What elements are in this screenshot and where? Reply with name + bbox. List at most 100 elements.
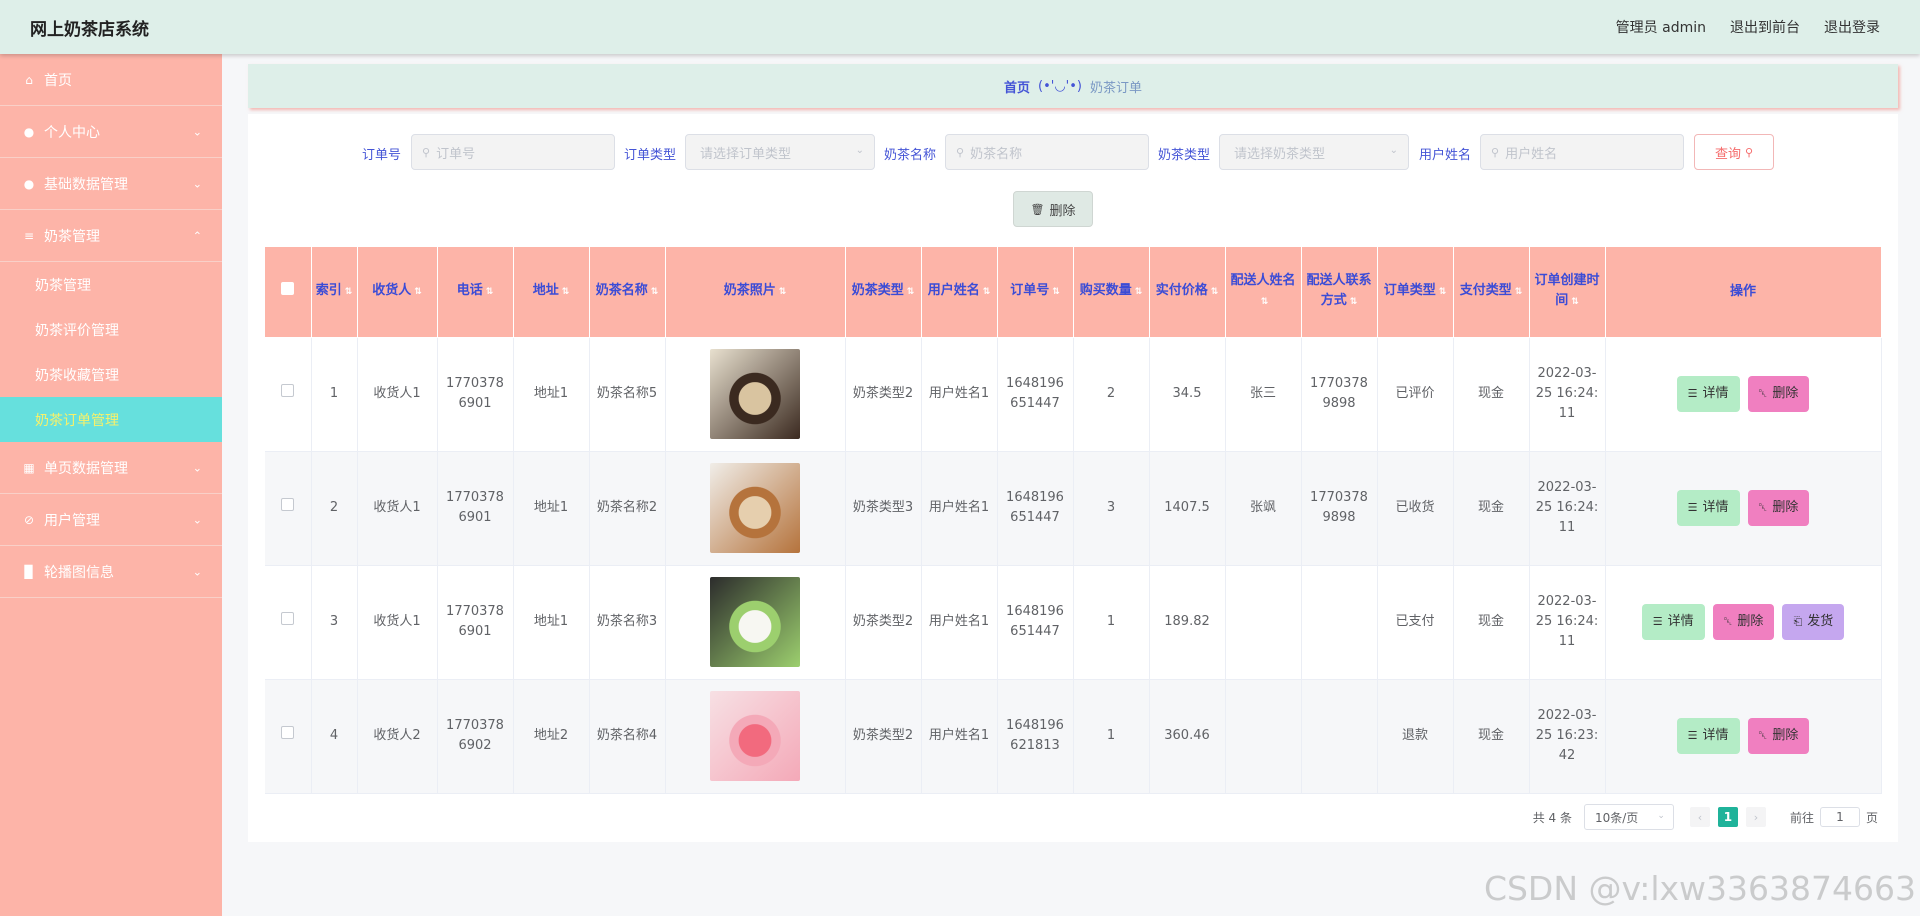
user-name-input[interactable]: ⚲ 用户姓名 (1480, 134, 1684, 170)
cell-tea-type: 奶茶类型3 (845, 451, 922, 566)
sidebar-item-single-page[interactable]: ▦ 单页数据管理 ⌄ (0, 442, 222, 494)
table-row[interactable]: 1 收货人1 17703786901 地址1 奶茶名称5 奶茶类型2 用户姓名1 164819… (265, 337, 1882, 452)
total-count: 共 4 条 (1532, 810, 1572, 825)
cell-pay-type: 现金 (1453, 337, 1530, 452)
column-header-receiver[interactable]: 收货人 ⇅ (357, 247, 438, 338)
column-header-tea-photo[interactable]: 奶茶照片 ⇅ (665, 247, 846, 338)
table-row[interactable]: 3 收货人1 17703786901 地址1 奶茶名称3 奶茶类型2 用户姓名1 164819… (265, 565, 1882, 680)
sort-icon[interactable]: ⇅ (983, 282, 991, 302)
sidebar-item-users[interactable]: ⊘ 用户管理 ⌄ (0, 494, 222, 546)
sidebar-sub-tea-review[interactable]: 奶茶评价管理 (0, 307, 222, 352)
sort-icon[interactable]: ⇅ (1571, 292, 1579, 312)
column-header-index[interactable]: 索引 ⇅ (311, 247, 358, 338)
sort-icon[interactable]: ⇅ (779, 282, 787, 302)
cell-tea-name: 奶茶名称2 (589, 451, 666, 566)
sidebar-sub-tea-order[interactable]: 奶茶订单管理 (0, 397, 222, 442)
detail-button[interactable]: ☰ 详情 (1676, 718, 1740, 754)
column-header-order-no[interactable]: 订单号 ⇅ (997, 247, 1074, 338)
page-size-select[interactable]: 10条/页 ⌄ (1583, 804, 1674, 830)
sort-icon[interactable]: ⇅ (1135, 282, 1143, 302)
row-checkbox[interactable] (281, 384, 295, 397)
cell-courier-phone (1301, 565, 1378, 680)
cell-photo (665, 451, 846, 566)
column-header-order-type[interactable]: 订单类型 ⇅ (1377, 247, 1454, 338)
sort-icon[interactable]: ⇅ (486, 282, 494, 302)
prev-page-button[interactable]: ‹ (1689, 807, 1710, 827)
photo-iced-coffee-cup[interactable] (710, 349, 800, 439)
delete-button[interactable]: ␡ 删除 (1747, 490, 1810, 526)
cell-photo (665, 565, 846, 680)
column-header-label: 奶茶照片 (723, 283, 776, 299)
tea-name-placeholder: 奶茶名称 (970, 146, 1023, 162)
tea-name-input[interactable]: ⚲ 奶茶名称 (945, 134, 1149, 170)
page-number-current[interactable]: 1 (1717, 807, 1738, 827)
sidebar-item-label: 个人中心 (44, 124, 100, 141)
admin-label[interactable]: 管理员 admin (1616, 17, 1706, 37)
column-header-tea-type[interactable]: 奶茶类型 ⇅ (845, 247, 922, 338)
next-page-button[interactable]: › (1745, 807, 1766, 827)
delete-button[interactable]: ␡ 删除 (1712, 604, 1775, 640)
select-all-checkbox[interactable] (281, 281, 295, 295)
detail-button[interactable]: ☰ 详情 (1641, 604, 1705, 640)
trash-icon: ␡ (1758, 501, 1768, 514)
sort-icon[interactable]: ⇅ (1439, 282, 1447, 302)
column-header-price[interactable]: 实付价格 ⇅ (1149, 247, 1226, 338)
goto-page-input[interactable]: 1 (1819, 807, 1860, 827)
column-header-user-name[interactable]: 用户姓名 ⇅ (921, 247, 998, 338)
order-no-label: 订单号 (362, 148, 402, 163)
sort-icon[interactable]: ⇅ (1261, 292, 1269, 312)
sort-icon[interactable]: ⇅ (1052, 282, 1060, 302)
cell-tea-name: 奶茶名称4 (589, 679, 666, 794)
cell-order-type: 已支付 (1377, 565, 1454, 680)
breadcrumb-home[interactable]: 首页 (1004, 77, 1030, 96)
photo-tall-white-drink[interactable] (710, 577, 800, 667)
ship-button[interactable]: ⎗ 发货 (1782, 604, 1845, 640)
photo-milk-tea-glass[interactable] (710, 463, 800, 553)
detail-button[interactable]: ☰ 详情 (1676, 490, 1740, 526)
column-header-pay-type[interactable]: 支付类型 ⇅ (1453, 247, 1530, 338)
row-checkbox[interactable] (281, 498, 295, 511)
sidebar-item-personal-center[interactable]: ● 个人中心 ⌄ (0, 106, 222, 158)
exit-to-front-link[interactable]: 退出到前台 (1730, 17, 1800, 37)
sidebar-item-home[interactable]: ⌂ 首页 (0, 54, 222, 106)
column-header-courier-phone[interactable]: 配送人联系方式 ⇅ (1301, 247, 1378, 338)
action-label: 详情 (1667, 614, 1694, 629)
order-type-placeholder: 请选择订单类型 (700, 146, 792, 162)
column-header-tea-name[interactable]: 奶茶名称 ⇅ (589, 247, 666, 338)
column-header-created[interactable]: 订单创建时间 ⇅ (1529, 247, 1606, 338)
table-row[interactable]: 2 收货人1 17703786901 地址1 奶茶名称2 奶茶类型3 用户姓名1 164819… (265, 451, 1882, 566)
sidebar-item-basic-data[interactable]: ● 基础数据管理 ⌄ (0, 158, 222, 210)
sort-icon[interactable]: ⇅ (1211, 282, 1219, 302)
table-row[interactable]: 4 收货人2 17703786902 地址2 奶茶名称4 奶茶类型2 用户姓名1 164819… (265, 679, 1882, 794)
photo-pink-fruit-drink[interactable] (710, 691, 800, 781)
sort-icon[interactable]: ⇅ (345, 282, 353, 302)
logout-link[interactable]: 退出登录 (1824, 17, 1880, 37)
column-header-address[interactable]: 地址 ⇅ (513, 247, 590, 338)
column-header-phone[interactable]: 电话 ⇅ (437, 247, 514, 338)
order-no-input[interactable]: ⚲ 订单号 (411, 134, 615, 170)
query-button[interactable]: 查询 ⚲ (1694, 134, 1774, 170)
sidebar-item-milk-tea[interactable]: ≡ 奶茶管理 ⌃ (0, 210, 222, 262)
tea-type-select[interactable]: 请选择奶茶类型 ⌄ (1219, 134, 1409, 170)
delete-button[interactable]: ␡ 删除 (1747, 718, 1810, 754)
cell-price: 34.5 (1149, 337, 1226, 452)
delete-button[interactable]: ␡ 删除 (1747, 376, 1810, 412)
row-checkbox[interactable] (281, 612, 295, 625)
main-panel: 订单号 ⚲ 订单号 订单类型 请选择订单类型 ⌄ 奶茶名称 ⚲ 奶茶名称 奶茶类… (248, 114, 1898, 842)
search-icon: ⚲ (956, 145, 965, 159)
sidebar-sub-tea-manage[interactable]: 奶茶管理 (0, 262, 222, 307)
sort-icon[interactable]: ⇅ (1350, 292, 1358, 312)
sort-icon[interactable]: ⇅ (414, 282, 422, 302)
sidebar-sub-tea-favorite[interactable]: 奶茶收藏管理 (0, 352, 222, 397)
row-checkbox[interactable] (281, 726, 295, 739)
order-type-select[interactable]: 请选择订单类型 ⌄ (685, 134, 875, 170)
sidebar-item-carousel[interactable]: ▉ 轮播图信息 ⌄ (0, 546, 222, 598)
column-header-qty[interactable]: 购买数量 ⇅ (1073, 247, 1150, 338)
sort-icon[interactable]: ⇅ (907, 282, 915, 302)
sort-icon[interactable]: ⇅ (1515, 282, 1523, 302)
sort-icon[interactable]: ⇅ (651, 282, 659, 302)
sort-icon[interactable]: ⇅ (562, 282, 570, 302)
column-header-courier[interactable]: 配送人姓名 ⇅ (1225, 247, 1302, 338)
batch-delete-button[interactable]: 🗑 删除 (1013, 191, 1093, 227)
detail-button[interactable]: ☰ 详情 (1676, 376, 1740, 412)
